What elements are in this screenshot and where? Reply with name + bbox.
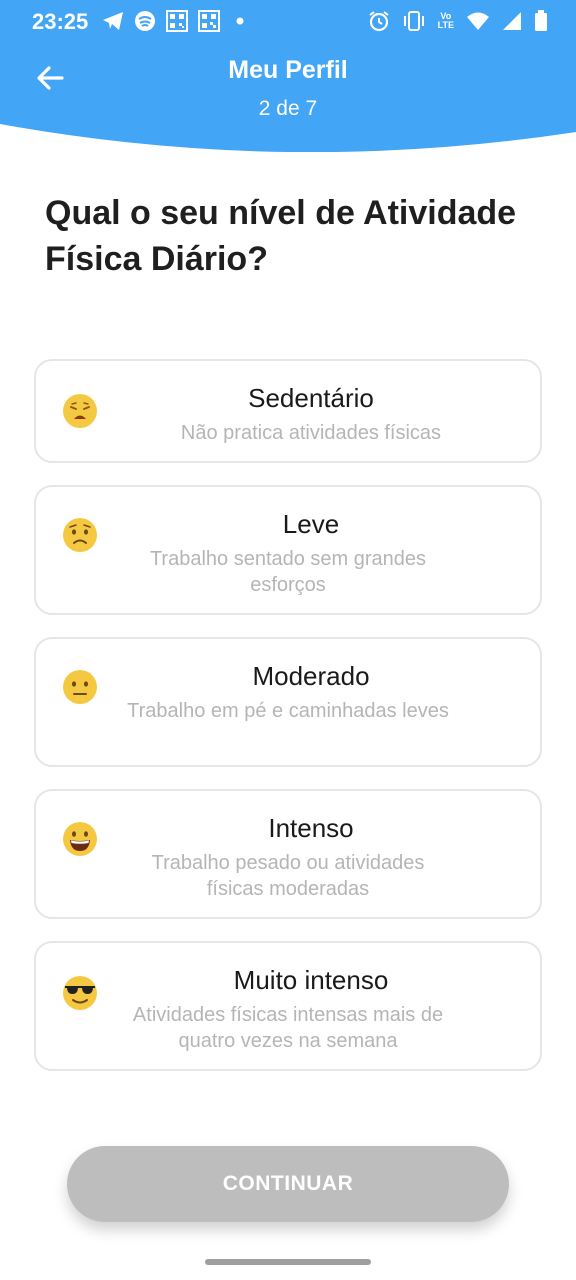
app-icon [135, 11, 155, 31]
option-label: Moderado [252, 661, 370, 691]
telegram-icon [103, 12, 123, 30]
volte-icon: Vo LTE [437, 11, 454, 30]
step-indicator: 2 de 7 [258, 97, 318, 120]
gesture-navigation-bar[interactable] [205, 1259, 371, 1265]
sunglasses-face-emoji-icon [63, 976, 97, 1010]
notification-icons [102, 10, 250, 32]
tired-face-emoji-icon [63, 394, 97, 428]
option-label: Intenso [268, 813, 354, 843]
option-sedentario[interactable]: Sedentário Não pratica atividades física… [34, 359, 542, 463]
continue-button[interactable]: CONTINUAR [67, 1146, 509, 1222]
qr-icon [198, 10, 220, 32]
vibrate-icon [403, 11, 424, 31]
dot-icon [236, 17, 244, 25]
option-description: Trabalho em pé e caminhadas leves [127, 700, 449, 722]
option-label: Leve [282, 509, 340, 539]
header: 23:25 Vo LTE Meu Perfil 2 de 7 [0, 0, 576, 152]
qr-icon [166, 10, 188, 32]
option-description: Não pratica atividades físicas [180, 422, 442, 444]
page-title: Meu Perfil [228, 56, 348, 84]
option-label: Muito intenso [233, 965, 389, 995]
system-icons: Vo LTE [368, 10, 548, 32]
option-description: Trabalho sentado sem grandes esforços [149, 548, 427, 596]
wifi-icon [467, 12, 489, 30]
neutral-face-emoji-icon [63, 670, 97, 704]
question-title: Qual o seu nível de Atividade Física Diá… [45, 194, 517, 278]
alarm-icon [369, 11, 389, 32]
option-label: Sedentário [248, 383, 374, 413]
option-leve[interactable]: Leve Trabalho sentado sem grandes esforç… [34, 485, 542, 615]
grinning-face-emoji-icon [63, 822, 97, 856]
worried-face-emoji-icon [63, 518, 97, 552]
status-time: 23:25 [32, 9, 89, 34]
option-muito-intenso[interactable]: Muito intenso Atividades físicas intensa… [34, 941, 542, 1071]
option-moderado[interactable]: Moderado Trabalho em pé e caminhadas lev… [34, 637, 542, 767]
option-intenso[interactable]: Intenso Trabalho pesado ou atividades fí… [34, 789, 542, 919]
option-description: Trabalho pesado ou atividades físicas mo… [151, 852, 425, 900]
signal-icon [503, 12, 521, 30]
status-bar: 23:25 Vo LTE [0, 0, 576, 44]
battery-icon [535, 10, 547, 31]
option-description: Atividades físicas intensas mais de quat… [132, 1004, 444, 1052]
